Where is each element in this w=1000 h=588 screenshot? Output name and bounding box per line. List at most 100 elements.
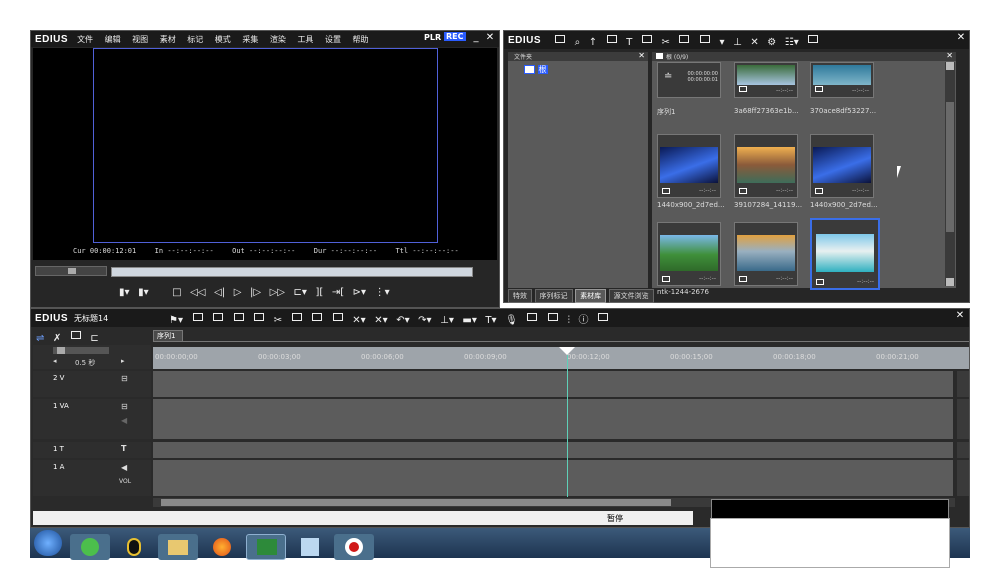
clip-thumb-selected[interactable]: --:--:-- [810, 218, 880, 290]
clip-thumb[interactable]: --:--:-- [734, 134, 798, 198]
menu-view[interactable]: 视图 [132, 35, 148, 44]
set-out-icon[interactable]: ▮▾ [138, 287, 149, 298]
color-bar-icon[interactable] [640, 33, 654, 45]
scale-left-icon[interactable]: ◂ [53, 357, 57, 365]
clip-thumb[interactable]: --:--:-- [734, 222, 798, 286]
grid-icon[interactable] [546, 311, 560, 323]
track-1a-scroll[interactable] [957, 460, 969, 496]
taskbar-app-7[interactable] [334, 534, 374, 560]
track-1va-scroll[interactable] [957, 399, 969, 439]
link-icon[interactable] [69, 329, 83, 341]
clip-scrollbar[interactable] [945, 62, 955, 286]
properties-icon[interactable]: ⚙ [767, 37, 776, 48]
add-to-timeline-icon[interactable]: ▾ [719, 37, 724, 48]
playhead-marker[interactable] [559, 347, 575, 355]
step-back-icon[interactable]: ◁| [214, 287, 225, 298]
menu-tools[interactable]: 工具 [297, 35, 313, 44]
search-icon[interactable]: ⌕ [575, 37, 581, 48]
timeline-paste-icon[interactable] [310, 311, 324, 323]
play-icon[interactable]: ▷ [234, 287, 242, 298]
bin-close-icon[interactable]: ✕ [956, 32, 966, 44]
plr-button[interactable]: PLR [424, 33, 441, 42]
taskbar-app-4[interactable] [202, 534, 242, 560]
track-2v-scroll[interactable] [957, 371, 969, 397]
track-1a-audio-icon[interactable]: ◀ [121, 463, 127, 472]
bin-menu-icon[interactable] [806, 33, 820, 45]
timeline-close-icon[interactable]: ✕ [955, 310, 965, 322]
folder-tree-close-icon[interactable]: ✕ [638, 51, 645, 60]
jog-bar[interactable] [35, 266, 107, 276]
clip-thumb[interactable]: --:--:-- [810, 134, 874, 198]
loop-icon[interactable]: ⊏▾ [294, 287, 307, 298]
add-cut-icon[interactable]: ⊥▾ [440, 315, 454, 326]
tab-bin[interactable]: 素材库 [575, 289, 607, 303]
timeline-cut-icon[interactable]: ✂ [274, 315, 282, 326]
new-sequence-icon[interactable] [211, 311, 225, 323]
menu-marker[interactable]: 标记 [187, 35, 203, 44]
minimize-icon[interactable]: _ [471, 32, 481, 44]
info-icon[interactable]: ⓘ [578, 311, 588, 326]
menu-edit[interactable]: 编辑 [105, 35, 121, 44]
render-icon[interactable] [525, 311, 539, 323]
undo-icon[interactable]: ↶▾ [396, 315, 409, 326]
clip-thumb[interactable]: --:--:-- [657, 134, 721, 198]
sync-lock-icon[interactable]: ⇌ [36, 333, 44, 344]
match-frame-icon[interactable]: ⊳▾ [353, 287, 366, 298]
voice-over-icon[interactable]: 🎙 [505, 315, 518, 326]
track-1t-title-icon[interactable]: T [121, 444, 126, 453]
taskbar-app-3[interactable] [158, 534, 198, 560]
up-folder-icon[interactable]: ↑ [589, 37, 597, 48]
open-project-icon[interactable] [232, 311, 246, 323]
add-title-icon[interactable]: T▾ [485, 315, 496, 326]
time-ruler[interactable]: 00:00:00;00 00:00:03;00 00:00:06;00 00:0… [153, 347, 969, 369]
taskbar-app-1[interactable] [70, 534, 110, 560]
mode-icon[interactable]: ⊏ [90, 333, 98, 344]
view-mode-icon[interactable]: ☷▾ [785, 37, 799, 48]
sequence-tab[interactable]: 序列1 [153, 330, 183, 342]
redo-icon[interactable]: ↷▾ [418, 315, 431, 326]
track-1va-display-icon[interactable]: ⊟ [121, 402, 128, 411]
menu-capture[interactable]: 采集 [242, 35, 258, 44]
delete-clip-icon[interactable]: ✕▾ [352, 315, 365, 326]
replace-icon[interactable] [331, 311, 345, 323]
root-folder[interactable]: 根 [524, 64, 548, 75]
save-project-icon[interactable] [252, 311, 266, 323]
step-forward-icon[interactable]: |▷ [250, 287, 261, 298]
track-1a-vol-label[interactable]: VOL [119, 478, 131, 485]
clip-thumb[interactable]: --:--:-- [810, 62, 874, 98]
ripple-delete-icon[interactable]: ✕▾ [374, 315, 387, 326]
menu-clip[interactable]: 素材 [160, 35, 176, 44]
scale-value[interactable]: 0.5 秒 [75, 358, 95, 368]
trim-icon[interactable]: ▬▾ [462, 315, 476, 326]
layout-icon[interactable] [596, 311, 610, 323]
scale-right-icon[interactable]: ▸ [121, 357, 125, 365]
flag-icon[interactable]: ⚑▾ [169, 315, 183, 326]
track-1va-audio-icon[interactable]: ◀ [121, 416, 127, 425]
paste-icon[interactable] [698, 33, 712, 45]
mixer-icon[interactable]: ⫶ [567, 315, 570, 326]
insert-icon[interactable]: ][ [315, 287, 323, 298]
open-clip-icon[interactable] [605, 33, 619, 45]
more-icon[interactable]: ⋮▾ [375, 287, 390, 298]
tab-sequence-markers[interactable]: 序列标记 [534, 289, 573, 303]
stop-icon[interactable]: □ [172, 287, 181, 298]
clip-thumb[interactable]: ≐ 00:00:00:00 00:00:00:01 [657, 62, 721, 98]
menu-file[interactable]: 文件 [77, 35, 93, 44]
track-2v-display-icon[interactable]: ⊟ [121, 374, 128, 383]
menu-mode[interactable]: 模式 [215, 35, 231, 44]
set-in-icon[interactable]: ▮▾ [119, 287, 130, 298]
rewind-icon[interactable]: ◁◁ [190, 287, 205, 298]
timeline-copy-icon[interactable] [290, 311, 304, 323]
menu-settings[interactable]: 设置 [325, 35, 341, 44]
start-button[interactable] [34, 530, 62, 556]
menu-help[interactable]: 帮助 [353, 35, 369, 44]
rec-button[interactable]: REC [444, 32, 466, 41]
position-slider[interactable] [111, 267, 473, 277]
clip-thumb[interactable]: --:--:-- [734, 62, 798, 98]
tab-effects[interactable]: 特效 [508, 289, 532, 303]
taskbar-app-6[interactable] [290, 534, 330, 560]
taskbar-app-5[interactable] [246, 534, 286, 560]
track-1a-lane[interactable] [153, 460, 953, 496]
overwrite-icon[interactable]: ⇥[ [332, 287, 344, 298]
zoom-slider[interactable] [53, 347, 109, 354]
